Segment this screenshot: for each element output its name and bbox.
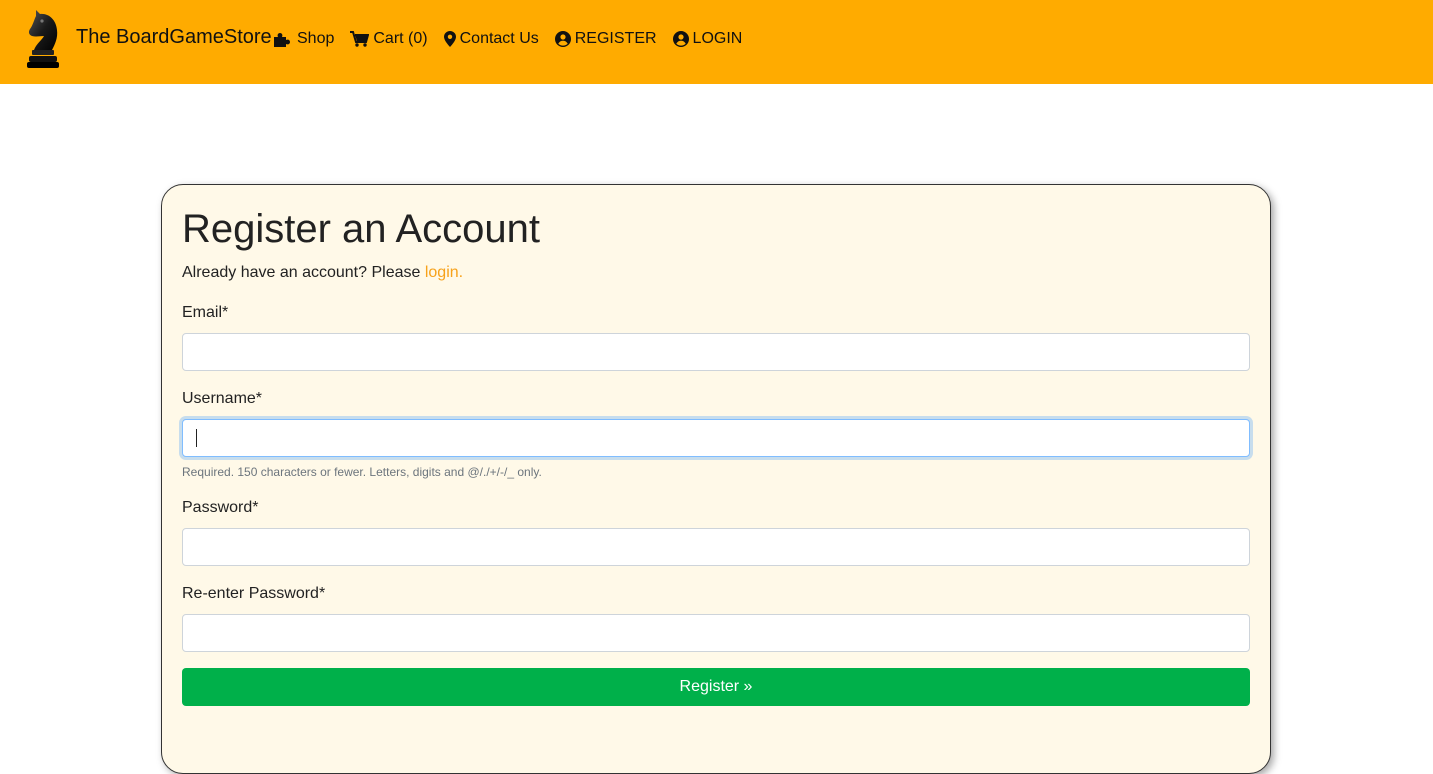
nav-link-register-label: REGISTER [574, 30, 657, 47]
nav-link-register[interactable]: REGISTER [554, 30, 657, 48]
map-marker-icon [443, 31, 456, 47]
navbar: The BoardGameStore Shop Cart (0) Contact… [0, 0, 1433, 84]
nav-link-shop-label: Shop [297, 30, 335, 47]
user-circle-icon [672, 31, 689, 47]
nav-link-login[interactable]: LOGIN [672, 30, 743, 48]
nav-link-cart[interactable]: Cart (0) [350, 30, 428, 48]
text-cursor [196, 429, 197, 447]
nav-links: Shop Cart (0) Contact Us REGISTER LOGIN [273, 28, 758, 50]
already-have-account: Already have an account? Please login. [182, 263, 463, 283]
page-title: Register an Account [182, 207, 540, 251]
username-label: Username* [182, 390, 263, 407]
password-confirm-field[interactable] [182, 614, 1250, 652]
chess-knight-icon[interactable] [22, 6, 66, 70]
nav-link-shop[interactable]: Shop [273, 30, 334, 48]
brand-name[interactable]: The BoardGameStore [76, 25, 272, 49]
password-confirm-label: Re-enter Password* [182, 585, 326, 602]
email-label: Email* [182, 304, 229, 321]
nav-link-contact-label: Contact Us [459, 30, 539, 47]
email-field[interactable] [182, 333, 1250, 371]
password-label: Password* [182, 499, 259, 516]
username-help-text: Required. 150 characters or fewer. Lette… [182, 465, 542, 479]
register-button[interactable]: Register » [182, 668, 1250, 706]
nav-link-cart-label: Cart (0) [373, 30, 428, 47]
password-field[interactable] [182, 528, 1250, 566]
already-text: Already have an account? Please [182, 264, 421, 281]
register-card: Register an Account Already have an acco… [161, 184, 1271, 774]
login-link[interactable]: login. [425, 264, 463, 281]
nav-link-login-label: LOGIN [692, 30, 743, 47]
cart-icon [350, 31, 370, 47]
puzzle-icon [274, 33, 290, 47]
user-circle-icon [554, 31, 571, 47]
nav-link-contact[interactable]: Contact Us [443, 30, 539, 48]
username-field[interactable] [182, 419, 1250, 457]
